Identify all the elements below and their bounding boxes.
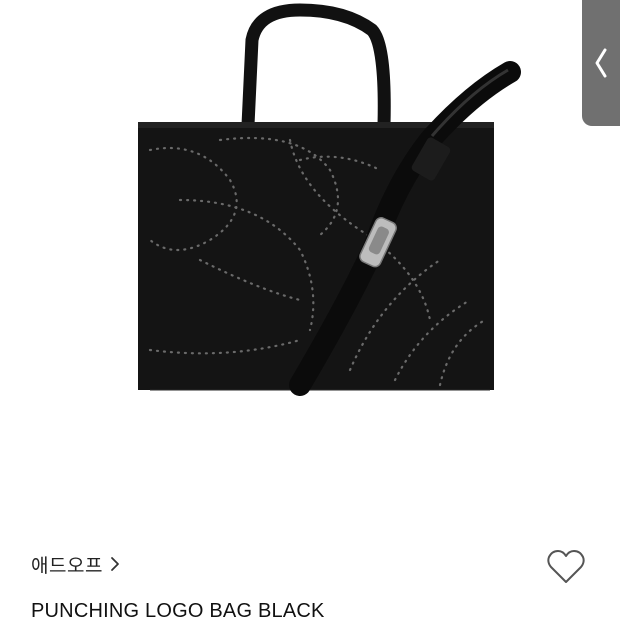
back-button[interactable] — [582, 0, 620, 126]
heart-outline-icon — [547, 550, 585, 583]
product-image — [0, 0, 620, 500]
chevron-left-icon — [595, 48, 607, 78]
tote-bag-photo — [138, 3, 521, 396]
wishlist-button[interactable] — [546, 548, 586, 586]
brand-link[interactable]: 애드오프 — [31, 550, 121, 578]
brand-name: 애드오프 — [31, 555, 103, 577]
chevron-right-icon — [111, 557, 119, 571]
